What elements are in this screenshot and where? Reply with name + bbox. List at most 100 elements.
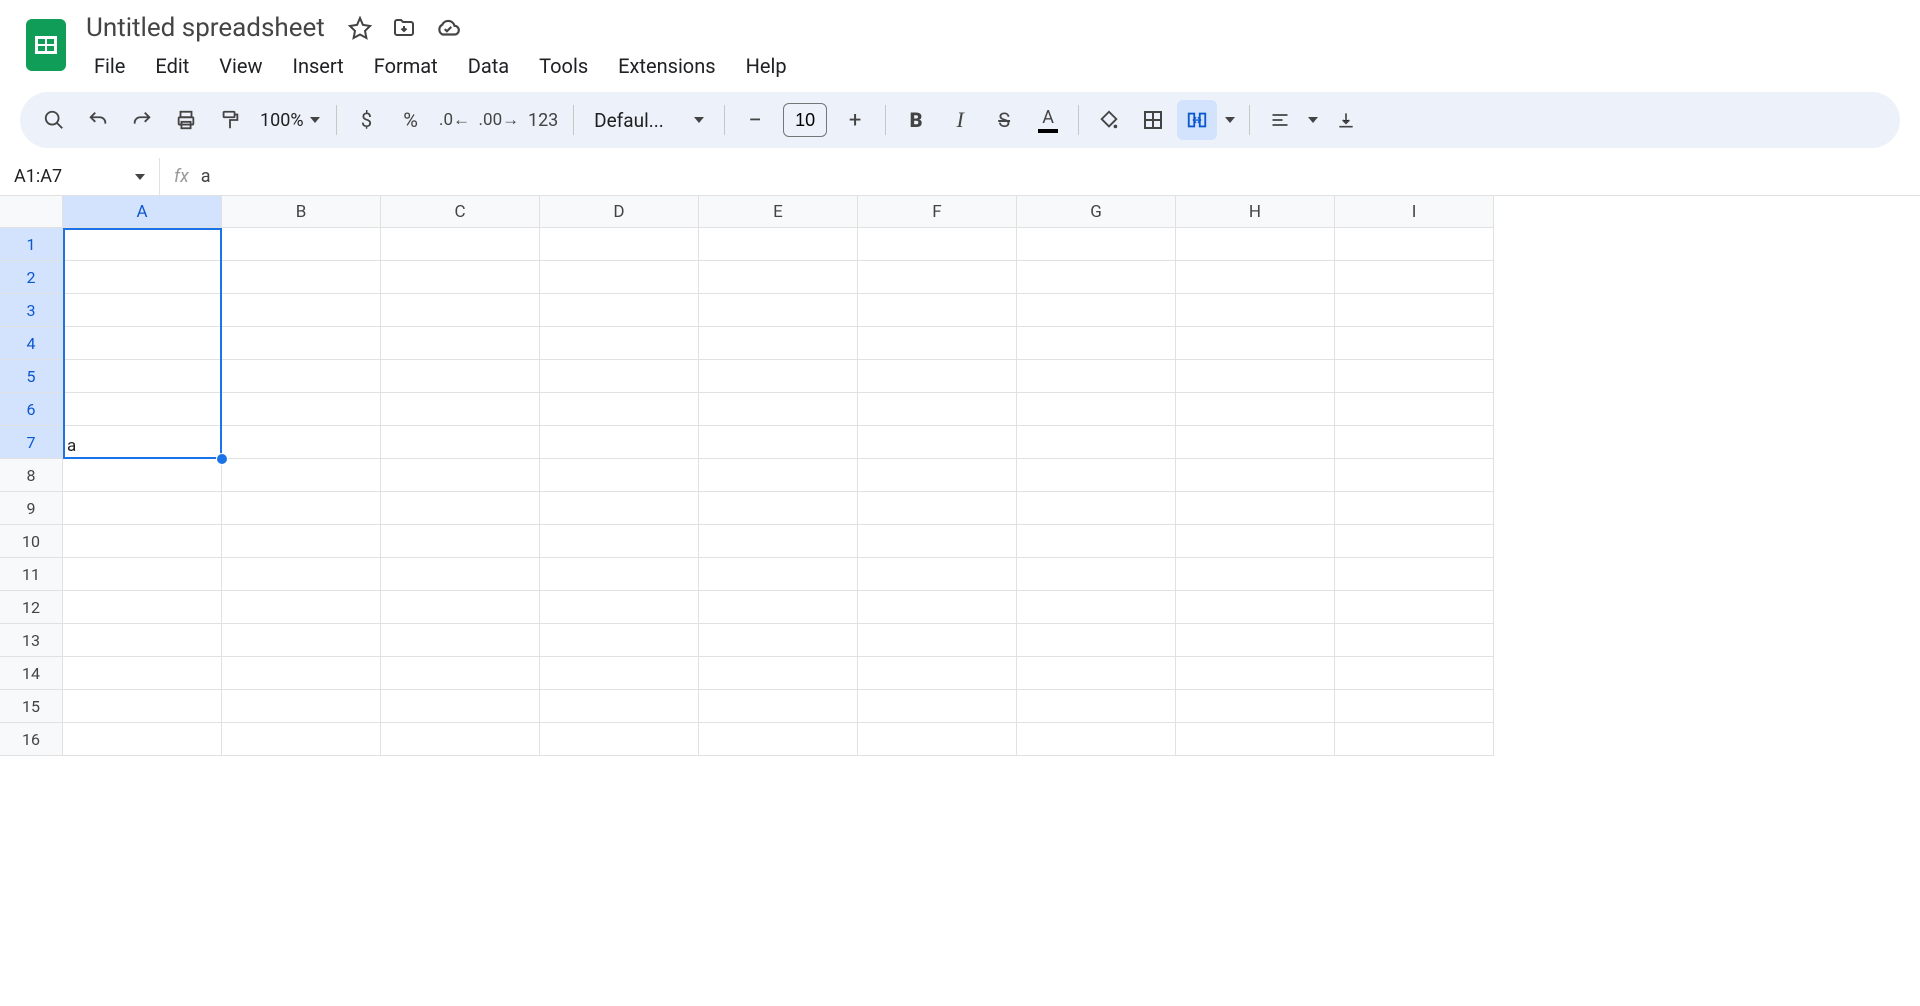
- cell-B3[interactable]: [222, 294, 381, 327]
- cell-A7[interactable]: a: [63, 426, 222, 459]
- cell-H8[interactable]: [1176, 459, 1335, 492]
- cell-F5[interactable]: [858, 360, 1017, 393]
- cell-D12[interactable]: [540, 591, 699, 624]
- cell-F14[interactable]: [858, 657, 1017, 690]
- text-color-button[interactable]: A: [1028, 100, 1068, 140]
- cell-E1[interactable]: [699, 228, 858, 261]
- cell-C14[interactable]: [381, 657, 540, 690]
- menu-view[interactable]: View: [205, 50, 276, 82]
- menu-insert[interactable]: Insert: [279, 50, 358, 82]
- row-header-11[interactable]: 11: [0, 558, 63, 591]
- cell-G14[interactable]: [1017, 657, 1176, 690]
- cell-I15[interactable]: [1335, 690, 1494, 723]
- cell-E12[interactable]: [699, 591, 858, 624]
- cell-D8[interactable]: [540, 459, 699, 492]
- cell-G13[interactable]: [1017, 624, 1176, 657]
- row-header-9[interactable]: 9: [0, 492, 63, 525]
- cell-E16[interactable]: [699, 723, 858, 756]
- decrease-font-size-button[interactable]: −: [735, 100, 775, 140]
- cell-D10[interactable]: [540, 525, 699, 558]
- cell-H14[interactable]: [1176, 657, 1335, 690]
- search-menus-button[interactable]: [34, 100, 74, 140]
- cell-H12[interactable]: [1176, 591, 1335, 624]
- cell-I3[interactable]: [1335, 294, 1494, 327]
- cell-H15[interactable]: [1176, 690, 1335, 723]
- cell-I1[interactable]: [1335, 228, 1494, 261]
- cell-A8[interactable]: [63, 459, 222, 492]
- cell-I8[interactable]: [1335, 459, 1494, 492]
- cell-E13[interactable]: [699, 624, 858, 657]
- cell-D5[interactable]: [540, 360, 699, 393]
- row-header-3[interactable]: 3: [0, 294, 63, 327]
- cell-D16[interactable]: [540, 723, 699, 756]
- row-header-5[interactable]: 5: [0, 360, 63, 393]
- column-header-F[interactable]: F: [858, 196, 1017, 228]
- cell-C6[interactable]: [381, 393, 540, 426]
- cell-E10[interactable]: [699, 525, 858, 558]
- cell-I11[interactable]: [1335, 558, 1494, 591]
- cell-I9[interactable]: [1335, 492, 1494, 525]
- cell-C8[interactable]: [381, 459, 540, 492]
- cell-C13[interactable]: [381, 624, 540, 657]
- cell-C9[interactable]: [381, 492, 540, 525]
- cell-F11[interactable]: [858, 558, 1017, 591]
- cell-A12[interactable]: [63, 591, 222, 624]
- cell-H9[interactable]: [1176, 492, 1335, 525]
- cell-G10[interactable]: [1017, 525, 1176, 558]
- sheets-logo[interactable]: [20, 8, 72, 76]
- cell-I2[interactable]: [1335, 261, 1494, 294]
- cell-A1[interactable]: [63, 228, 222, 261]
- cell-G1[interactable]: [1017, 228, 1176, 261]
- horizontal-align-button[interactable]: [1260, 100, 1300, 140]
- cell-F10[interactable]: [858, 525, 1017, 558]
- cell-F6[interactable]: [858, 393, 1017, 426]
- cell-C16[interactable]: [381, 723, 540, 756]
- cell-E6[interactable]: [699, 393, 858, 426]
- cell-A5[interactable]: [63, 360, 222, 393]
- select-all-corner[interactable]: [0, 196, 63, 228]
- cell-A9[interactable]: [63, 492, 222, 525]
- cell-D13[interactable]: [540, 624, 699, 657]
- cell-C4[interactable]: [381, 327, 540, 360]
- cell-G3[interactable]: [1017, 294, 1176, 327]
- cell-F16[interactable]: [858, 723, 1017, 756]
- column-header-H[interactable]: H: [1176, 196, 1335, 228]
- cell-D4[interactable]: [540, 327, 699, 360]
- cell-D1[interactable]: [540, 228, 699, 261]
- cell-F13[interactable]: [858, 624, 1017, 657]
- cell-A14[interactable]: [63, 657, 222, 690]
- cell-B8[interactable]: [222, 459, 381, 492]
- cell-G12[interactable]: [1017, 591, 1176, 624]
- cell-H4[interactable]: [1176, 327, 1335, 360]
- column-header-C[interactable]: C: [381, 196, 540, 228]
- cell-H7[interactable]: [1176, 426, 1335, 459]
- cell-F1[interactable]: [858, 228, 1017, 261]
- menu-edit[interactable]: Edit: [141, 50, 203, 82]
- more-formats-button[interactable]: 123: [523, 100, 563, 140]
- row-header-7[interactable]: 7: [0, 426, 63, 459]
- cell-B1[interactable]: [222, 228, 381, 261]
- borders-button[interactable]: [1133, 100, 1173, 140]
- row-header-12[interactable]: 12: [0, 591, 63, 624]
- cell-G16[interactable]: [1017, 723, 1176, 756]
- row-header-16[interactable]: 16: [0, 723, 63, 756]
- cell-F3[interactable]: [858, 294, 1017, 327]
- row-header-14[interactable]: 14: [0, 657, 63, 690]
- cell-B5[interactable]: [222, 360, 381, 393]
- cell-A2[interactable]: [63, 261, 222, 294]
- row-header-2[interactable]: 2: [0, 261, 63, 294]
- cell-H5[interactable]: [1176, 360, 1335, 393]
- cell-D9[interactable]: [540, 492, 699, 525]
- row-header-4[interactable]: 4: [0, 327, 63, 360]
- cell-I6[interactable]: [1335, 393, 1494, 426]
- bold-button[interactable]: B: [896, 100, 936, 140]
- cell-G2[interactable]: [1017, 261, 1176, 294]
- cell-G4[interactable]: [1017, 327, 1176, 360]
- menu-tools[interactable]: Tools: [525, 50, 602, 82]
- cell-I12[interactable]: [1335, 591, 1494, 624]
- cell-E11[interactable]: [699, 558, 858, 591]
- cell-H1[interactable]: [1176, 228, 1335, 261]
- cell-C10[interactable]: [381, 525, 540, 558]
- column-header-E[interactable]: E: [699, 196, 858, 228]
- column-header-B[interactable]: B: [222, 196, 381, 228]
